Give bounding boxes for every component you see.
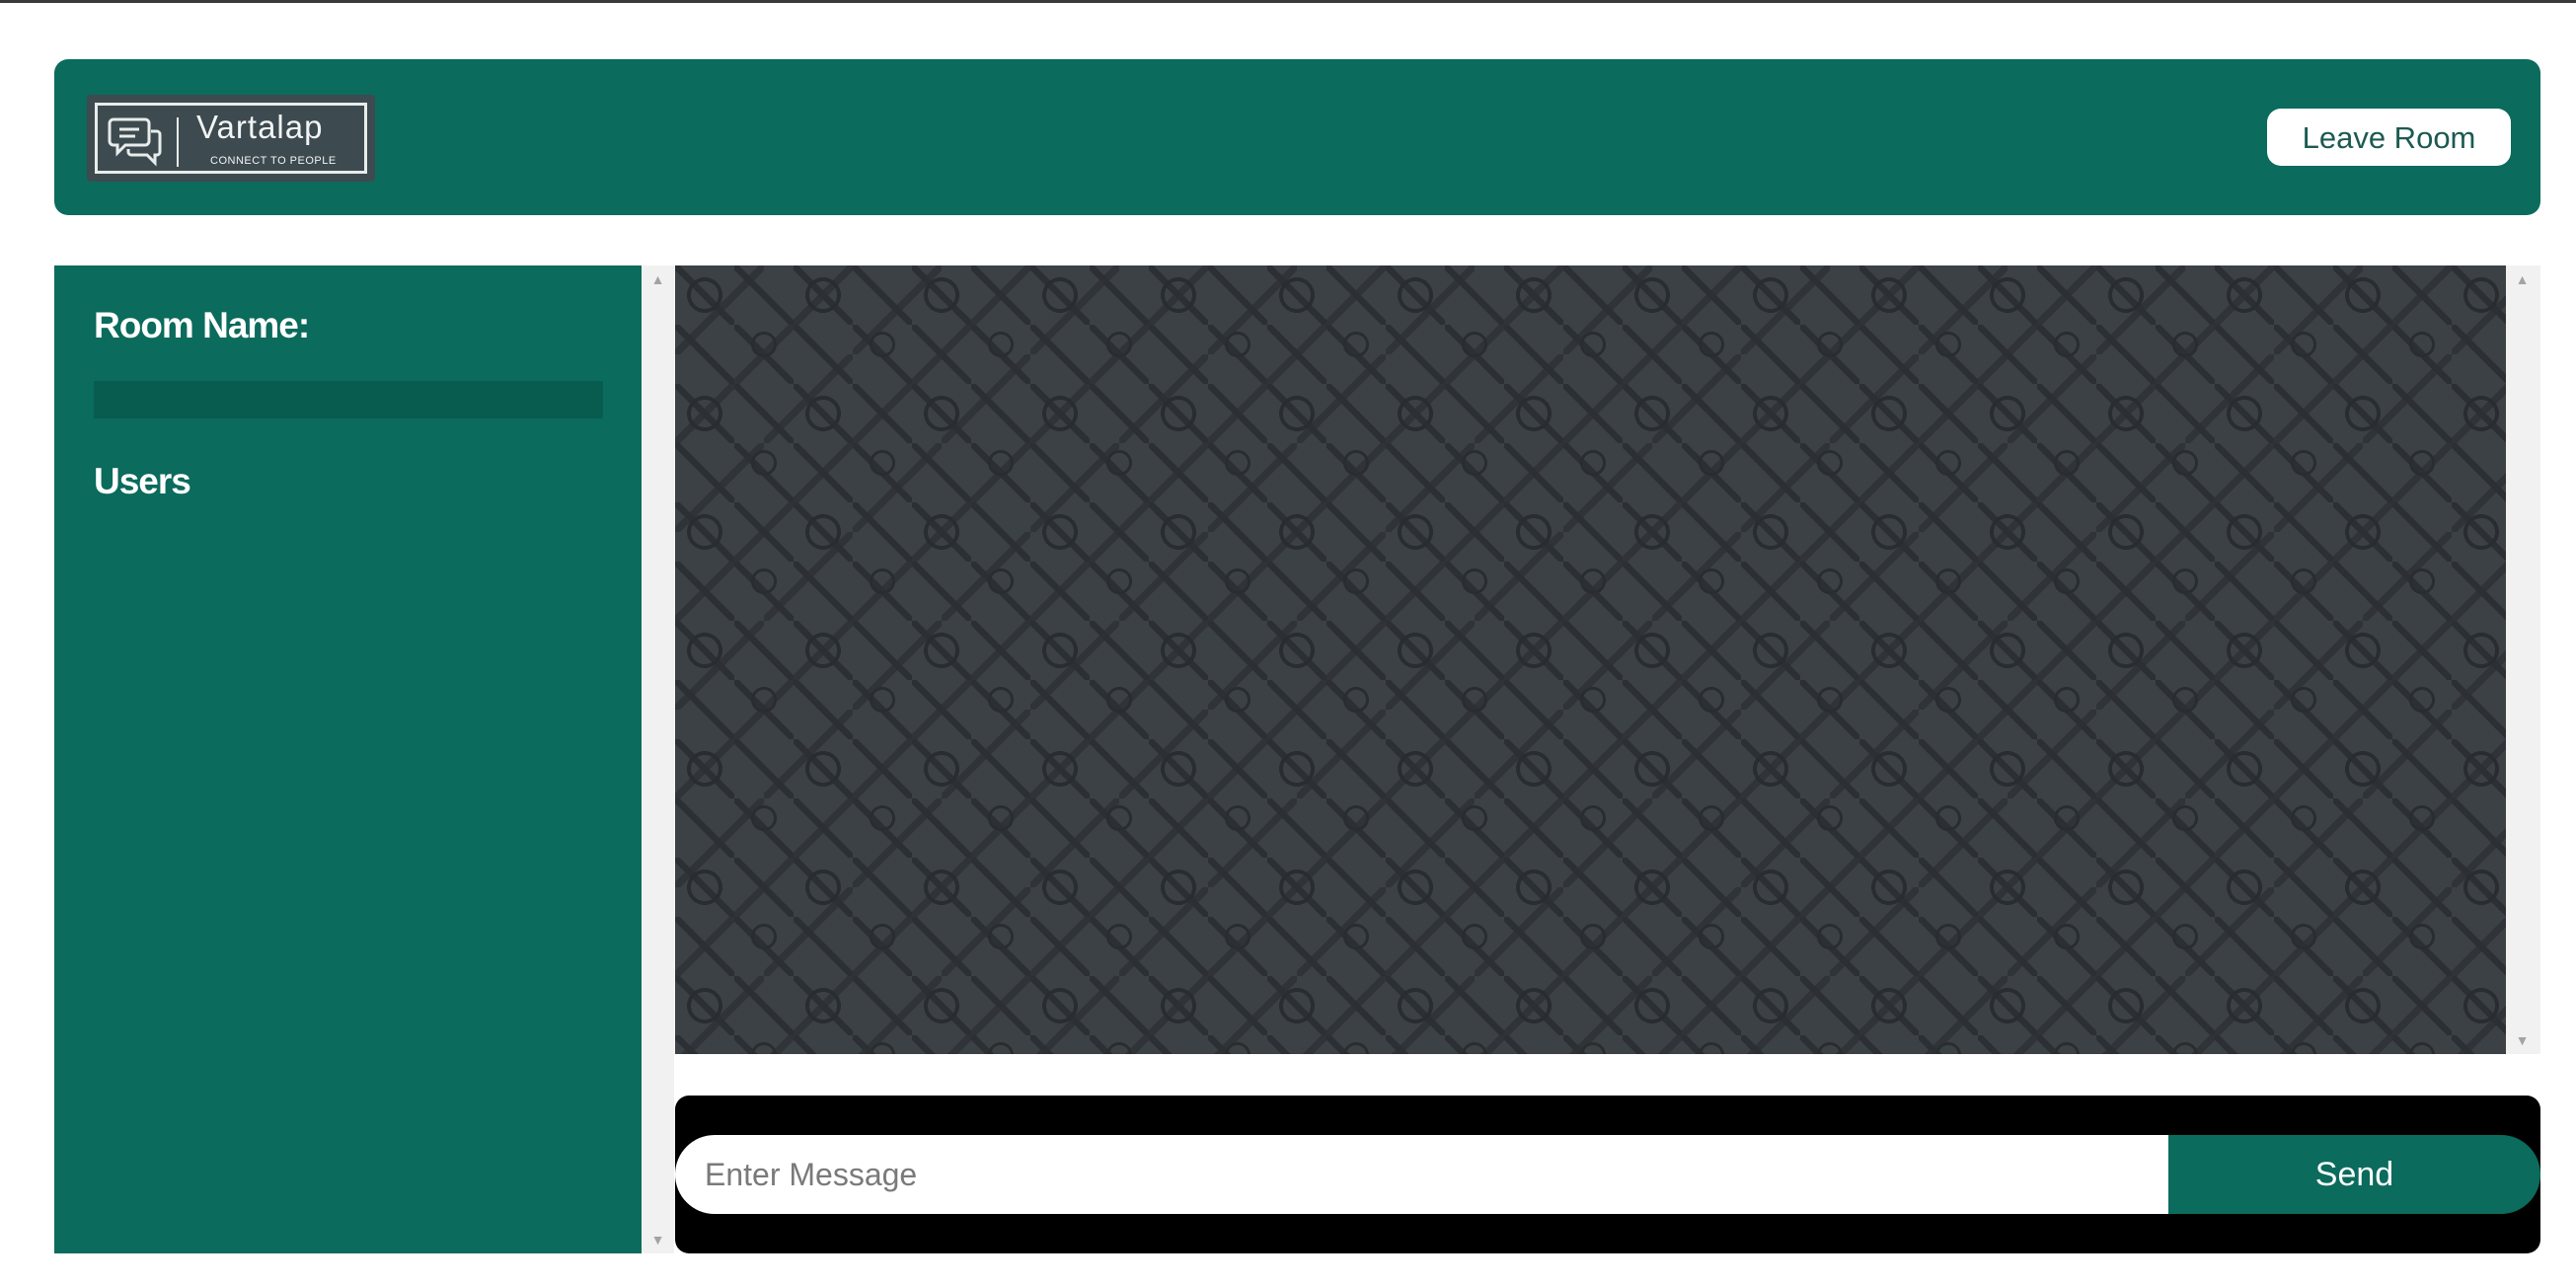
- logo-name: Vartalap: [196, 109, 324, 145]
- app-header: Vartalap CONNECT TO PEOPLE Leave Room: [54, 59, 2540, 215]
- sidebar-scrollbar[interactable]: ▲ ▼: [642, 265, 674, 1253]
- send-button[interactable]: Send: [2168, 1135, 2540, 1214]
- scroll-up-arrow-icon[interactable]: ▲: [2506, 269, 2538, 289]
- scroll-down-arrow-icon[interactable]: ▼: [2506, 1030, 2538, 1050]
- chat-scrollbar[interactable]: ▲ ▼: [2506, 265, 2540, 1054]
- scroll-up-arrow-icon[interactable]: ▲: [642, 269, 674, 289]
- logo-tagline: CONNECT TO PEOPLE: [210, 155, 337, 167]
- room-name-value: [94, 381, 603, 418]
- leave-room-button[interactable]: Leave Room: [2267, 109, 2511, 166]
- chat-messages-area[interactable]: [675, 265, 2506, 1054]
- logo-frame: Vartalap CONNECT TO PEOPLE: [95, 103, 367, 174]
- window-top-border: [0, 0, 2576, 3]
- room-sidebar: Room Name: Users: [54, 265, 642, 1253]
- app-logo: Vartalap CONNECT TO PEOPLE: [87, 95, 375, 182]
- room-name-label: Room Name:: [94, 305, 310, 345]
- message-composer: Send: [675, 1096, 2540, 1253]
- logo-divider: [177, 117, 179, 167]
- chat-bubbles-icon: [108, 117, 162, 167]
- message-input[interactable]: [675, 1135, 2168, 1214]
- scroll-down-arrow-icon[interactable]: ▼: [642, 1230, 674, 1249]
- users-label: Users: [94, 461, 191, 501]
